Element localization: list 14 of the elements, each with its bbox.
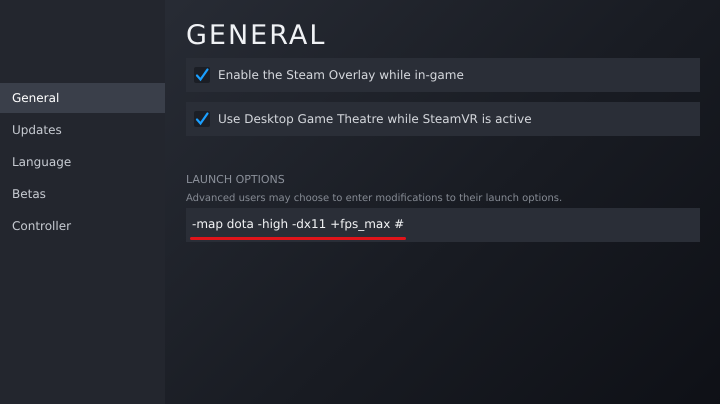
section-description: Advanced users may choose to enter modifications to their launch options. <box>186 193 564 204</box>
option-label: Enable the Steam Overlay while in-game <box>218 68 464 82</box>
checkbox[interactable] <box>194 67 210 83</box>
field-value: -map dota -high -dx11 +fps_max # <box>192 217 404 233</box>
checkbox[interactable] <box>194 111 210 127</box>
page-title: GENERAL <box>186 20 328 52</box>
sidebar-item[interactable]: Betas <box>0 179 165 209</box>
section-heading: LAUNCH OPTIONS <box>186 173 286 186</box>
option-label: Use Desktop Game Theatre while SteamVR is active <box>218 112 532 126</box>
sidebar-item[interactable]: Controller <box>0 211 165 241</box>
sidebar-item[interactable]: Updates <box>0 115 165 145</box>
launch-options-field[interactable]: -map dota -high -dx11 +fps_max # <box>186 208 700 242</box>
sidebar-item[interactable]: Language <box>0 147 165 177</box>
sidebar-item[interactable]: General <box>0 83 165 113</box>
